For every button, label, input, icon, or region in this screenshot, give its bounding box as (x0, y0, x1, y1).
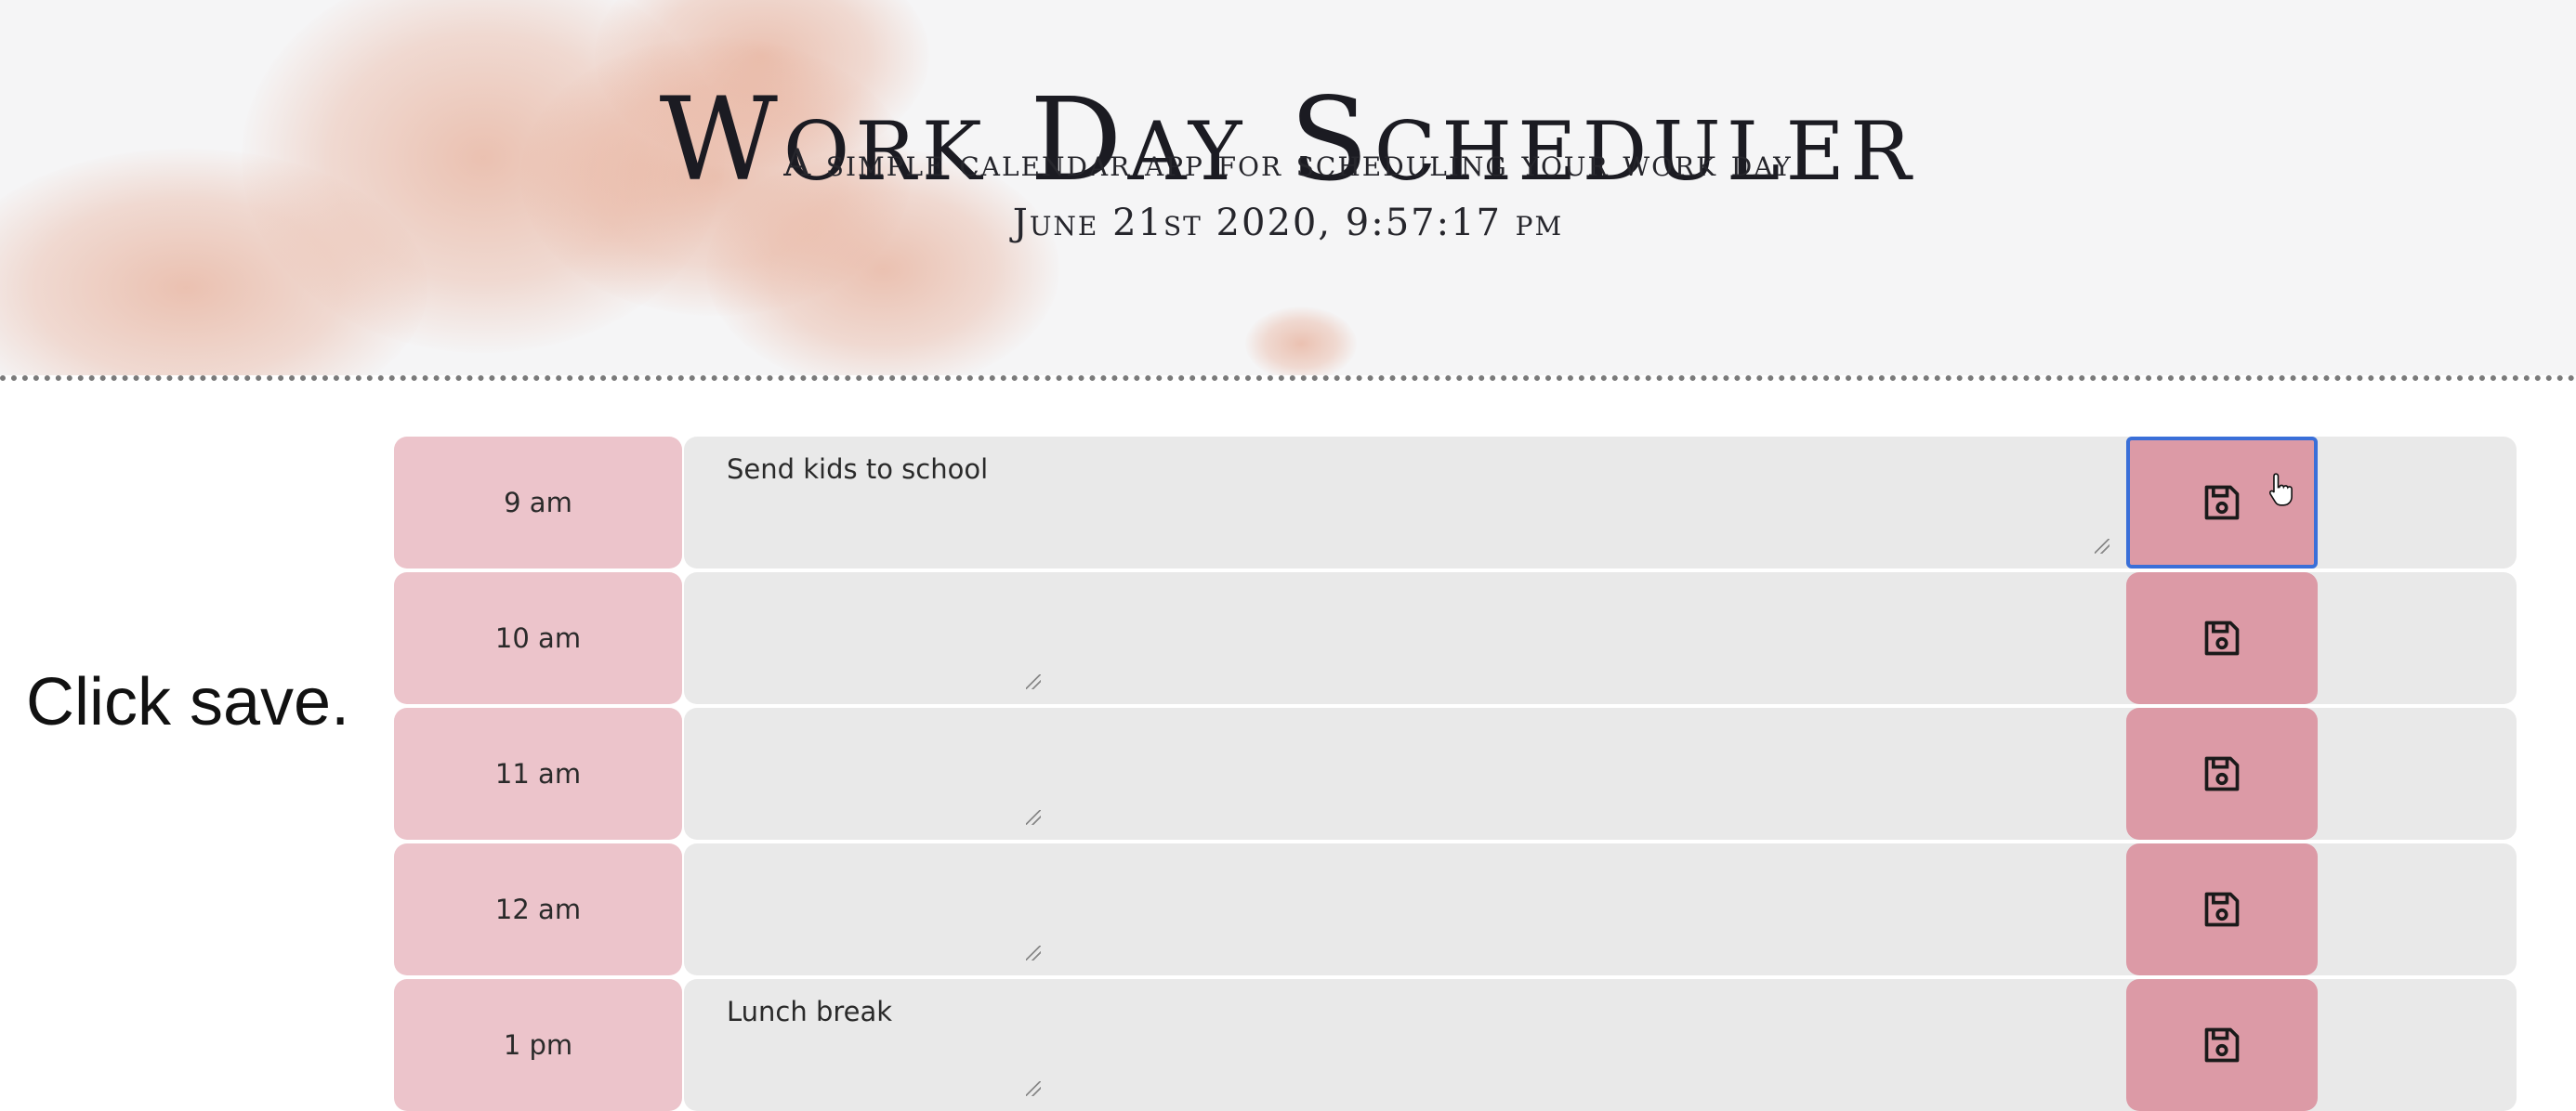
schedule-list: 9 am Send kids to school 10 am 11 am 12 … (394, 437, 2517, 1111)
save-button[interactable] (2126, 843, 2318, 975)
floppy-disk-icon (2204, 1027, 2240, 1063)
resize-handle-icon[interactable] (1026, 946, 1041, 961)
floppy-disk-icon (2204, 756, 2240, 791)
resize-handle-icon[interactable] (1026, 1081, 1041, 1096)
time-block: 10 am (394, 572, 2517, 704)
resize-handle-icon[interactable] (1026, 674, 1041, 689)
time-block: 9 am Send kids to school (394, 437, 2517, 569)
floppy-disk-icon (2204, 485, 2240, 520)
page-subtitle: A simple calendar app for scheduling you… (783, 142, 1793, 185)
current-datetime: June 21st 2020, 9:57:17 pm (1012, 202, 1564, 244)
jumbotron-header: Work Day Scheduler A simple calendar app… (0, 0, 2576, 375)
save-button[interactable] (2126, 979, 2318, 1111)
hour-label: 1 pm (394, 979, 682, 1111)
floppy-disk-icon (2204, 621, 2240, 656)
resize-handle-icon[interactable] (1026, 810, 1041, 825)
hour-label: 12 am (394, 843, 682, 975)
time-block: 11 am (394, 708, 2517, 840)
instruction-caption: Click save. (26, 665, 350, 739)
floppy-disk-icon (2204, 892, 2240, 927)
time-block: 12 am (394, 843, 2517, 975)
scheduler-page: Work Day Scheduler A simple calendar app… (0, 0, 2576, 1111)
save-button[interactable] (2126, 708, 2318, 840)
header-divider (0, 375, 2576, 381)
hour-label: 10 am (394, 572, 682, 704)
save-button[interactable] (2126, 572, 2318, 704)
hand-pointer-cursor-icon (2268, 473, 2293, 506)
resize-handle-icon[interactable] (2095, 539, 2109, 554)
hour-label: 9 am (394, 437, 682, 569)
hour-label: 11 am (394, 708, 682, 840)
time-block: 1 pm Lunch break (394, 979, 2517, 1111)
